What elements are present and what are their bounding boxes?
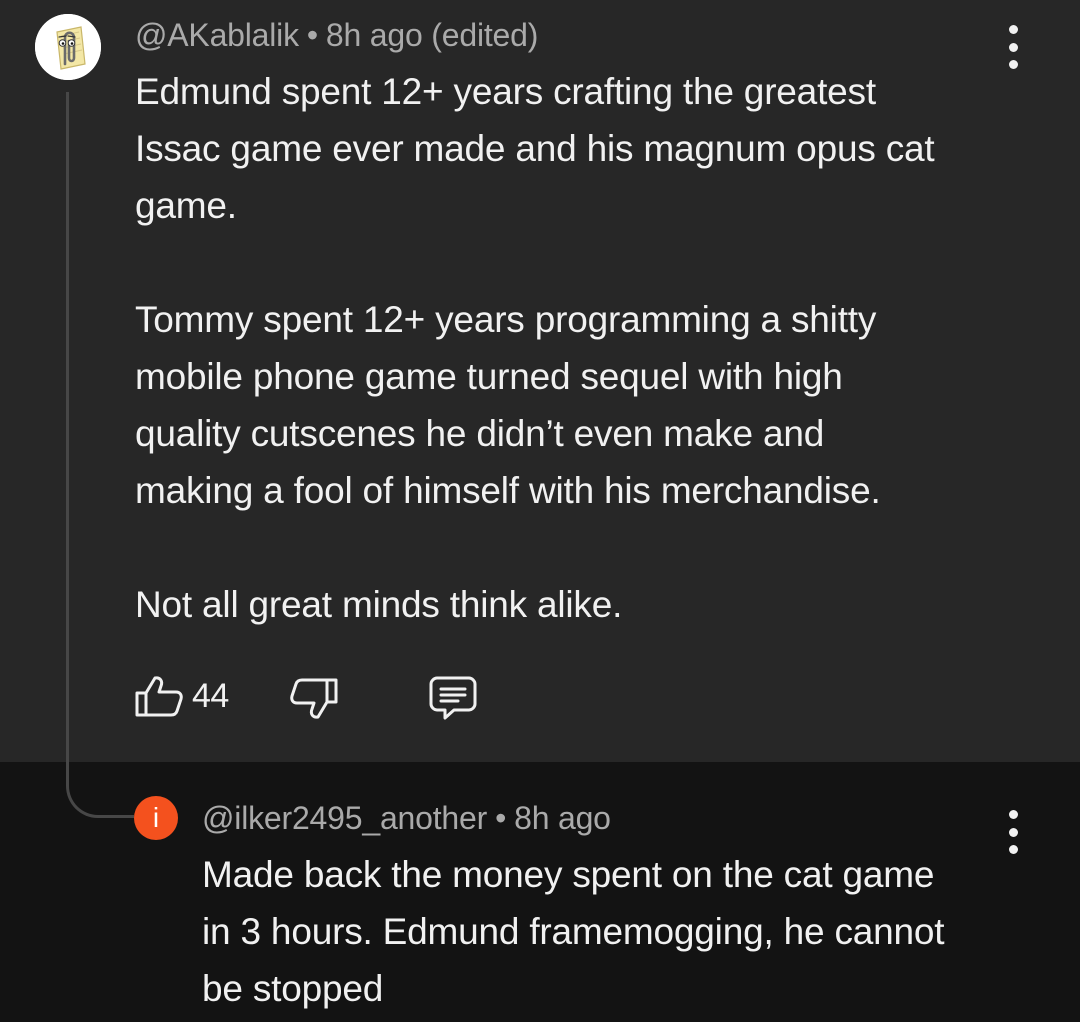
- comment-meta: @AKablalik • 8h ago (edited): [135, 17, 538, 54]
- comment-line: Not all great minds think alike.: [135, 584, 623, 625]
- reply-button[interactable]: [428, 675, 478, 721]
- comment-reply-icon: [429, 676, 477, 720]
- reply-line: be stopped: [202, 968, 384, 1009]
- comment-line-blank: [135, 519, 934, 576]
- reply-line: Made back the money spent on the cat gam…: [202, 854, 935, 895]
- more-vert-icon[interactable]: [1006, 25, 1020, 69]
- avatar[interactable]: [35, 14, 101, 80]
- comment-timestamp: 8h ago (edited): [325, 17, 539, 53]
- comment-line-blank: [135, 234, 934, 291]
- comment-line: quality cutscenes he didn’t even make an…: [135, 413, 825, 454]
- meta-separator: •: [495, 800, 507, 836]
- comment-line: Issac game ever made and his magnum opus…: [135, 128, 935, 169]
- comment-line: Edmund spent 12+ years crafting the grea…: [135, 71, 876, 112]
- paperclip-assistant-icon: [35, 14, 101, 80]
- reply-timestamp: 8h ago: [514, 800, 611, 836]
- dislike-button[interactable]: [289, 677, 339, 721]
- thumb-down-icon: [290, 678, 338, 719]
- comment-line: making a fool of himself with his mercha…: [135, 470, 881, 511]
- like-count: 44: [192, 676, 229, 715]
- like-button[interactable]: 44: [134, 674, 229, 718]
- reply-line: in 3 hours. Edmund framemogging, he cann…: [202, 911, 945, 952]
- more-vert-icon[interactable]: [1006, 810, 1020, 854]
- thumb-up-icon: [135, 676, 183, 717]
- comment-line: mobile phone game turned sequel with hig…: [135, 356, 843, 397]
- reply-avatar[interactable]: i: [134, 796, 178, 840]
- comment-body: Edmund spent 12+ years crafting the grea…: [135, 63, 935, 633]
- comment-line: Tommy spent 12+ years programming a shit…: [135, 299, 877, 340]
- reply-meta: @ilker2495_another • 8h ago: [202, 800, 611, 837]
- reply-body: Made back the money spent on the cat gam…: [202, 846, 945, 1017]
- comment-line: game.: [135, 185, 237, 226]
- reply-author[interactable]: @ilker2495_another: [202, 800, 487, 836]
- meta-separator: •: [306, 17, 318, 53]
- reply-thread-line: [66, 92, 134, 818]
- comment-author[interactable]: @AKablalik: [135, 17, 299, 53]
